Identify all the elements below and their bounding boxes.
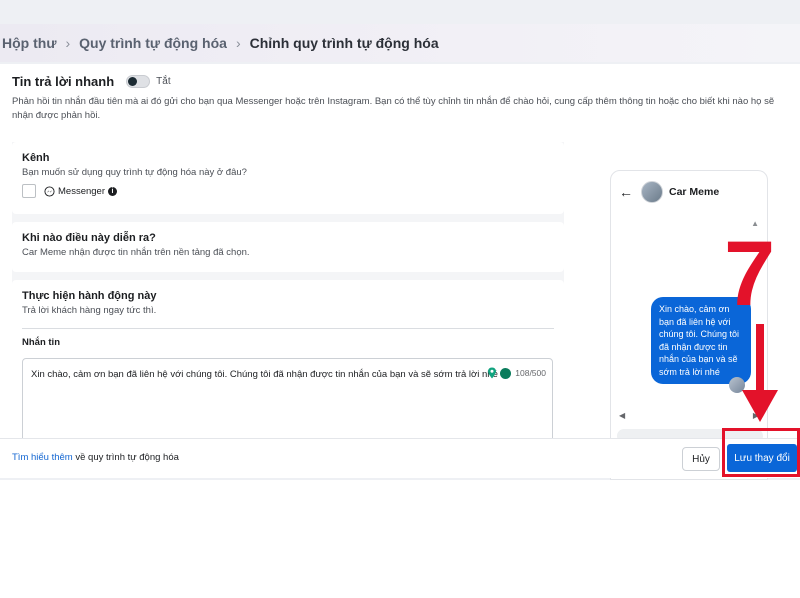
message-text: Xin chào, cảm ơn bạn đã liên hệ với chún…: [31, 369, 498, 380]
chevron-right-icon: ›: [65, 35, 71, 51]
learn-more-text: về quy trình tự động hóa: [72, 452, 179, 463]
breadcrumb-current: Chỉnh quy trình tự động hóa: [249, 35, 439, 51]
automation-description: Phản hồi tin nhắn đầu tiên mà ai đó gửi …: [12, 96, 775, 121]
location-pin-icon[interactable]: [487, 367, 497, 379]
channel-title: Kênh: [22, 152, 50, 164]
automation-title: Tin trả lời nhanh: [12, 74, 115, 89]
channel-card: Kênh Bạn muốn sử dụng quy trình tự động …: [12, 142, 564, 214]
trigger-subtitle: Car Meme nhận được tin nhắn trên nền tản…: [22, 247, 250, 258]
message-tools: 108/500: [487, 367, 546, 379]
back-arrow-icon[interactable]: ←: [619, 184, 633, 200]
page-avatar: [641, 181, 663, 203]
breadcrumb: Hộp thư › Quy trình tự động hóa › Chỉnh …: [0, 24, 800, 62]
divider: [22, 328, 554, 329]
info-icon[interactable]: i: [108, 186, 117, 196]
footer-bar: Tìm hiểu thêm về quy trình tự động hóa H…: [0, 438, 800, 478]
preview-page-name: Car Meme: [669, 186, 720, 198]
trigger-title: Khi nào điều này diễn ra?: [22, 232, 156, 244]
channel-option-row: Messenger i: [22, 184, 554, 198]
message-input[interactable]: Xin chào, cảm ơn bạn đã liên hệ với chún…: [22, 358, 553, 448]
learn-more-link[interactable]: Tìm hiểu thêm: [12, 452, 73, 463]
toggle-state-label: Tắt: [156, 76, 171, 87]
breadcrumb-automations[interactable]: Quy trình tự động hóa: [79, 35, 227, 51]
breadcrumb-inbox[interactable]: Hộp thư: [2, 35, 56, 51]
trigger-card: Khi nào điều này diễn ra? Car Meme nhận …: [12, 222, 564, 272]
chevron-right-icon: ›: [235, 35, 241, 51]
horizontal-scrollbar[interactable]: ◀ ▶: [619, 411, 759, 420]
toggle-knob: [128, 77, 138, 86]
preview-header: ← Car Meme: [611, 171, 767, 213]
red-arrow-down-icon: [742, 324, 778, 422]
action-subtitle: Trả lời khách hàng ngay tức thì.: [22, 305, 157, 316]
action-card: Thực hiện hành động này Trả lời khách hà…: [12, 280, 564, 448]
learn-more-row: Tìm hiểu thêm về quy trình tự động hóa: [12, 452, 179, 463]
messenger-checkbox[interactable]: [22, 184, 36, 198]
automation-toggle[interactable]: [126, 75, 151, 88]
channel-subtitle: Bạn muốn sử dụng quy trình tự động hóa n…: [22, 167, 247, 178]
automation-editor-page: Hộp thư › Quy trình tự động hóa › Chỉnh …: [0, 0, 800, 598]
message-label: Nhắn tin: [22, 337, 60, 348]
step-number-annotation: 7: [724, 223, 776, 325]
action-title: Thực hiện hành động này: [22, 290, 157, 302]
messenger-label: Messenger: [58, 185, 105, 197]
editor-panel: Tin trả lời nhanh Tắt Phản hồi tin nhắn …: [0, 64, 800, 480]
emoji-icon[interactable]: [500, 367, 512, 379]
scroll-left-icon[interactable]: ◀: [619, 411, 625, 420]
char-counter: 108/500: [515, 368, 546, 378]
cancel-button[interactable]: Hủy: [682, 447, 720, 471]
header-row: Tin trả lời nhanh Tắt: [12, 74, 171, 89]
settings-column: Kênh Bạn muốn sử dụng quy trình tự động …: [12, 142, 564, 448]
highlight-frame: [722, 428, 800, 477]
messenger-icon: [44, 185, 55, 197]
